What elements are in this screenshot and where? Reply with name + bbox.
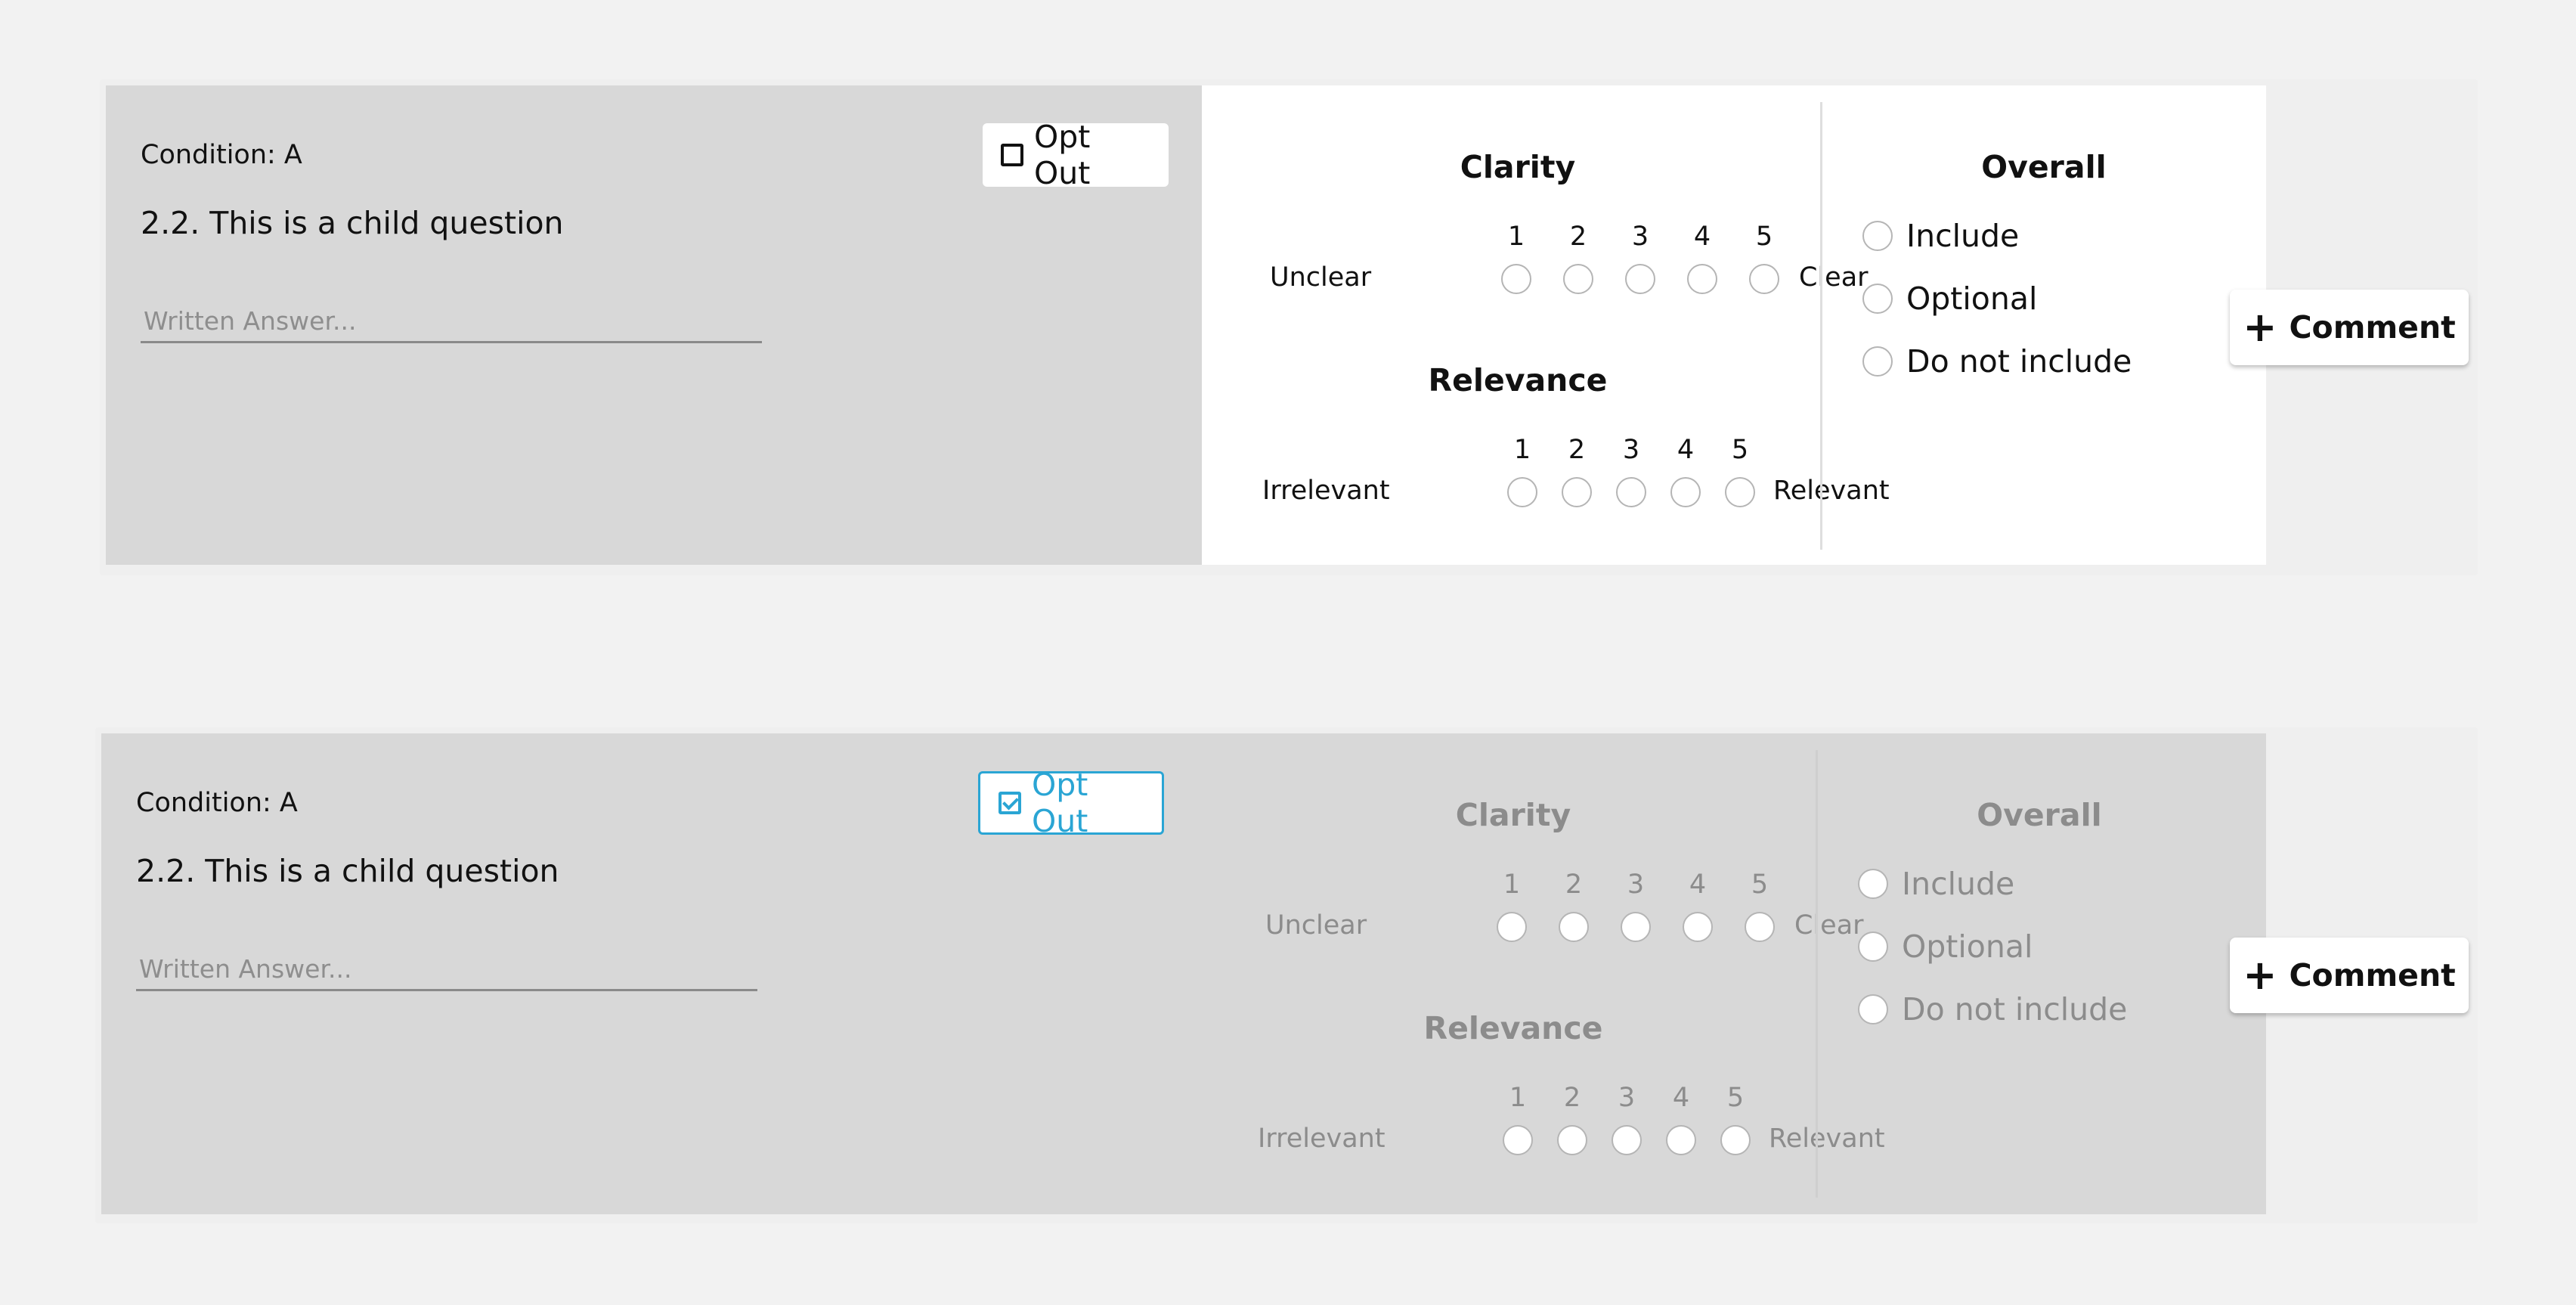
relevance-radio-5[interactable] bbox=[1720, 1125, 1751, 1155]
written-answer-input[interactable] bbox=[141, 301, 762, 343]
clarity-radio-3[interactable] bbox=[1621, 912, 1651, 942]
overall-option-do-not-include[interactable]: Do not include bbox=[1858, 991, 2128, 1028]
radio-icon[interactable] bbox=[1862, 346, 1893, 377]
clarity-radio-2[interactable] bbox=[1563, 264, 1593, 294]
relevance-radio-4[interactable] bbox=[1670, 477, 1701, 507]
question-text: 2.2. This is a child question bbox=[141, 205, 564, 241]
clarity-radio-1[interactable] bbox=[1501, 264, 1531, 294]
relevance-number: 3 bbox=[1622, 435, 1640, 465]
clarity-number: 1 bbox=[1507, 222, 1525, 252]
question-card: Condition: A 2.2. This is a child questi… bbox=[95, 727, 2478, 1223]
clarity-radio-5[interactable] bbox=[1745, 912, 1775, 942]
relevance-low-label: Irrelevant bbox=[1258, 1124, 1386, 1154]
comment-button[interactable]: + Comment bbox=[2230, 290, 2469, 365]
relevance-radio-4[interactable] bbox=[1666, 1125, 1696, 1155]
radio-icon[interactable] bbox=[1862, 221, 1893, 251]
overall-option-label: Optional bbox=[1906, 281, 2038, 317]
relevance-number: 5 bbox=[1731, 435, 1749, 465]
relevance-number: 5 bbox=[1726, 1083, 1745, 1113]
relevance-number: 2 bbox=[1563, 1083, 1581, 1113]
relevance-scale: 1 2 3 4 5 Irrelevant Relevant bbox=[1202, 435, 1890, 518]
radio-icon[interactable] bbox=[1858, 869, 1888, 899]
overall-option-optional[interactable]: Optional bbox=[1858, 928, 2033, 965]
relevance-number: 2 bbox=[1568, 435, 1586, 465]
relevance-radio-2[interactable] bbox=[1557, 1125, 1587, 1155]
opt-out-label: Opt Out bbox=[1034, 119, 1091, 191]
comment-label: Comment bbox=[2289, 309, 2456, 346]
rating-panel: Clarity 1 2 3 4 5 Unclear Clear Relevanc… bbox=[1202, 85, 2266, 565]
relevance-radio-5[interactable] bbox=[1725, 477, 1755, 507]
clarity-radio-1[interactable] bbox=[1497, 912, 1527, 942]
overall-option-include[interactable]: Include bbox=[1858, 866, 2015, 902]
clarity-low-label: Unclear bbox=[1270, 262, 1372, 293]
comment-label: Comment bbox=[2289, 957, 2456, 993]
overall-option-label: Include bbox=[1902, 866, 2015, 902]
clarity-heading: Clarity bbox=[1455, 797, 1571, 833]
overall-options: Include Optional Do not include bbox=[1822, 85, 2266, 565]
overall-option-include[interactable]: Include bbox=[1862, 218, 2020, 254]
written-answer-input[interactable] bbox=[136, 949, 757, 991]
question-card-body: Condition: A 2.2. This is a child questi… bbox=[101, 733, 2266, 1214]
clarity-low-label: Unclear bbox=[1265, 910, 1367, 941]
clarity-radio-5[interactable] bbox=[1749, 264, 1779, 294]
plus-icon: + bbox=[2243, 951, 2277, 999]
plus-icon: + bbox=[2243, 303, 2277, 351]
clarity-radio-4[interactable] bbox=[1687, 264, 1717, 294]
clarity-number: 4 bbox=[1689, 869, 1707, 900]
checkbox-icon[interactable] bbox=[1001, 144, 1023, 166]
overall-option-label: Include bbox=[1906, 218, 2020, 254]
overall-option-do-not-include[interactable]: Do not include bbox=[1862, 343, 2132, 380]
clarity-number: 3 bbox=[1627, 869, 1645, 900]
comment-button[interactable]: + Comment bbox=[2230, 938, 2469, 1013]
clarity-number: 3 bbox=[1631, 222, 1649, 252]
radio-icon[interactable] bbox=[1862, 284, 1893, 314]
relevance-radio-1[interactable] bbox=[1507, 477, 1537, 507]
clarity-heading: Clarity bbox=[1460, 149, 1576, 185]
relevance-number: 1 bbox=[1513, 435, 1531, 465]
opt-out-toggle[interactable]: Opt Out bbox=[978, 767, 1164, 839]
opt-out-toggle[interactable]: Opt Out bbox=[983, 119, 1169, 191]
relevance-number: 4 bbox=[1672, 1083, 1690, 1113]
question-text: 2.2. This is a child question bbox=[136, 853, 559, 889]
relevance-radio-1[interactable] bbox=[1503, 1125, 1533, 1155]
question-card: Condition: A 2.2. This is a child questi… bbox=[100, 79, 2478, 575]
relevance-heading: Relevance bbox=[1423, 1010, 1603, 1046]
question-panel: Condition: A 2.2. This is a child questi… bbox=[106, 85, 1202, 565]
relevance-heading: Relevance bbox=[1428, 362, 1608, 398]
condition-label: Condition: A bbox=[136, 788, 298, 818]
relevance-radio-3[interactable] bbox=[1612, 1125, 1642, 1155]
checkbox-checked-icon[interactable] bbox=[999, 792, 1021, 814]
radio-icon[interactable] bbox=[1858, 931, 1888, 962]
relevance-number: 3 bbox=[1618, 1083, 1636, 1113]
rating-panel: Clarity 1 2 3 4 5 Unclear Clear Relevanc… bbox=[1197, 733, 2262, 1214]
condition-label: Condition: A bbox=[141, 140, 302, 170]
question-panel: Condition: A 2.2. This is a child questi… bbox=[101, 733, 1197, 1214]
clarity-number: 5 bbox=[1755, 222, 1773, 252]
relevance-number: 4 bbox=[1677, 435, 1695, 465]
clarity-scale: 1 2 3 4 5 Unclear Clear bbox=[1197, 869, 1864, 953]
clarity-number: 2 bbox=[1565, 869, 1583, 900]
overall-option-label: Optional bbox=[1902, 928, 2033, 965]
clarity-radio-3[interactable] bbox=[1625, 264, 1655, 294]
overall-options: Include Optional Do not include bbox=[1817, 733, 2262, 1214]
relevance-number: 1 bbox=[1509, 1083, 1527, 1113]
question-card-body: Condition: A 2.2. This is a child questi… bbox=[106, 85, 2266, 565]
opt-out-label: Opt Out bbox=[1032, 767, 1088, 839]
overall-option-label: Do not include bbox=[1906, 343, 2132, 380]
clarity-radio-2[interactable] bbox=[1559, 912, 1589, 942]
clarity-number: 1 bbox=[1503, 869, 1521, 900]
overall-option-optional[interactable]: Optional bbox=[1862, 281, 2038, 317]
clarity-scale: 1 2 3 4 5 Unclear Clear bbox=[1202, 222, 1869, 305]
clarity-radio-4[interactable] bbox=[1683, 912, 1713, 942]
overall-option-label: Do not include bbox=[1902, 991, 2128, 1028]
clarity-number: 4 bbox=[1693, 222, 1711, 252]
radio-icon[interactable] bbox=[1858, 994, 1888, 1024]
relevance-scale: 1 2 3 4 5 Irrelevant Relevant bbox=[1197, 1083, 1885, 1166]
relevance-radio-2[interactable] bbox=[1562, 477, 1592, 507]
clarity-number: 2 bbox=[1569, 222, 1587, 252]
clarity-number: 5 bbox=[1751, 869, 1769, 900]
relevance-low-label: Irrelevant bbox=[1262, 476, 1390, 506]
relevance-radio-3[interactable] bbox=[1616, 477, 1646, 507]
